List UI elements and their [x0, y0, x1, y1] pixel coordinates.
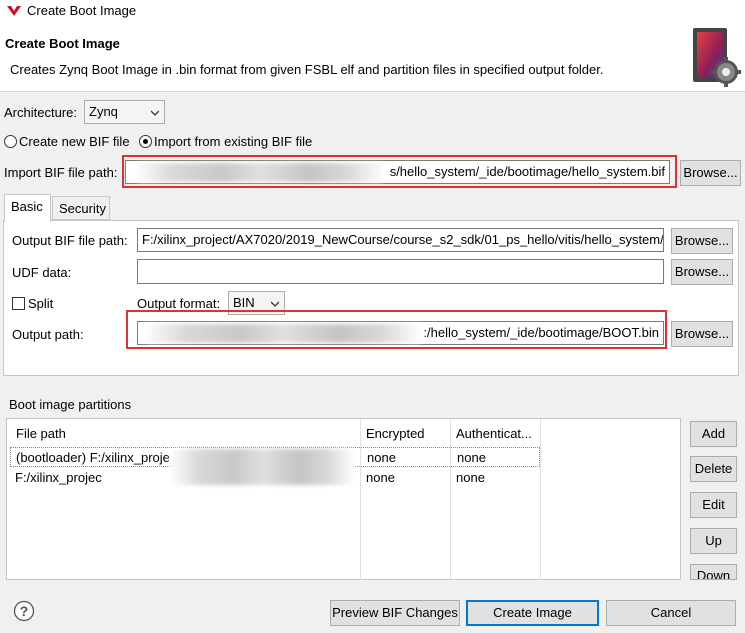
import-bif-label: Import from existing BIF file: [154, 134, 313, 149]
delete-partition-button[interactable]: Delete: [690, 456, 737, 482]
row-file-path: F:/xilinx_projec: [15, 470, 102, 485]
cancel-button[interactable]: Cancel: [606, 600, 736, 626]
redacted-path: [170, 449, 355, 485]
udf-browse-button[interactable]: Browse...: [671, 259, 733, 285]
preview-bif-button[interactable]: Preview BIF Changes: [330, 600, 460, 626]
output-bif-value: F:/xilinx_project/AX7020/2019_NewCourse/…: [142, 232, 664, 247]
architecture-label: Architecture:: [4, 105, 77, 120]
add-partition-button[interactable]: Add: [690, 421, 737, 447]
chevron-down-icon: [151, 110, 159, 116]
output-path-browse-button[interactable]: Browse...: [671, 321, 733, 347]
svg-text:?: ?: [20, 603, 29, 619]
boot-image-gear-icon: [693, 28, 741, 87]
column-divider: [360, 419, 361, 580]
output-format-label: Output format:: [137, 296, 221, 311]
header-title: Create Boot Image: [5, 36, 120, 51]
row-encrypted: none: [366, 470, 395, 485]
tab-security[interactable]: Security: [52, 196, 110, 220]
split-checkbox[interactable]: [12, 297, 25, 310]
dialog-header: Create Boot Image Creates Zynq Boot Imag…: [0, 22, 745, 92]
udf-data-input[interactable]: [137, 259, 664, 284]
column-authentication: Authenticat...: [456, 426, 532, 441]
tab-basic[interactable]: Basic: [4, 194, 51, 222]
output-format-value: BIN: [233, 295, 255, 310]
row-file-path: (bootloader) F:/xilinx_proje: [16, 450, 170, 465]
title-bar: Create Boot Image: [0, 0, 745, 22]
create-bif-label: Create new BIF file: [19, 134, 130, 149]
import-bif-path-label: Import BIF file path:: [4, 165, 118, 180]
help-icon[interactable]: ?: [13, 600, 35, 622]
column-divider: [450, 419, 451, 580]
output-bif-label: Output BIF file path:: [12, 233, 128, 248]
row-encrypted: none: [367, 450, 396, 465]
header-description: Creates Zynq Boot Image in .bin format f…: [10, 62, 604, 77]
output-path-highlight: [126, 310, 667, 349]
xilinx-logo-icon: [7, 6, 21, 16]
down-partition-button[interactable]: Down: [690, 564, 737, 580]
partitions-table: [6, 418, 681, 580]
partitions-title: Boot image partitions: [9, 397, 132, 412]
split-label: Split: [28, 296, 54, 311]
create-image-button[interactable]: Create Image: [466, 600, 599, 626]
row-authentication: none: [457, 450, 486, 465]
window-title: Create Boot Image: [27, 3, 137, 18]
import-bif-radio[interactable]: [139, 135, 152, 148]
output-bif-input[interactable]: F:/xilinx_project/AX7020/2019_NewCourse/…: [137, 228, 664, 252]
import-bif-highlight: [122, 155, 677, 188]
column-file-path: File path: [16, 426, 66, 441]
chevron-down-icon: [271, 301, 279, 307]
import-bif-browse-button[interactable]: Browse...: [680, 160, 741, 186]
output-bif-browse-button[interactable]: Browse...: [671, 228, 733, 254]
edit-partition-button[interactable]: Edit: [690, 492, 737, 518]
architecture-value: Zynq: [89, 104, 118, 119]
create-bif-radio[interactable]: [4, 135, 17, 148]
up-partition-button[interactable]: Up: [690, 528, 737, 554]
column-divider: [540, 419, 541, 580]
architecture-select[interactable]: Zynq: [84, 100, 165, 124]
row-authentication: none: [456, 470, 485, 485]
output-path-label: Output path:: [12, 327, 84, 342]
column-encrypted: Encrypted: [366, 426, 425, 441]
udf-data-label: UDF data:: [12, 265, 72, 280]
